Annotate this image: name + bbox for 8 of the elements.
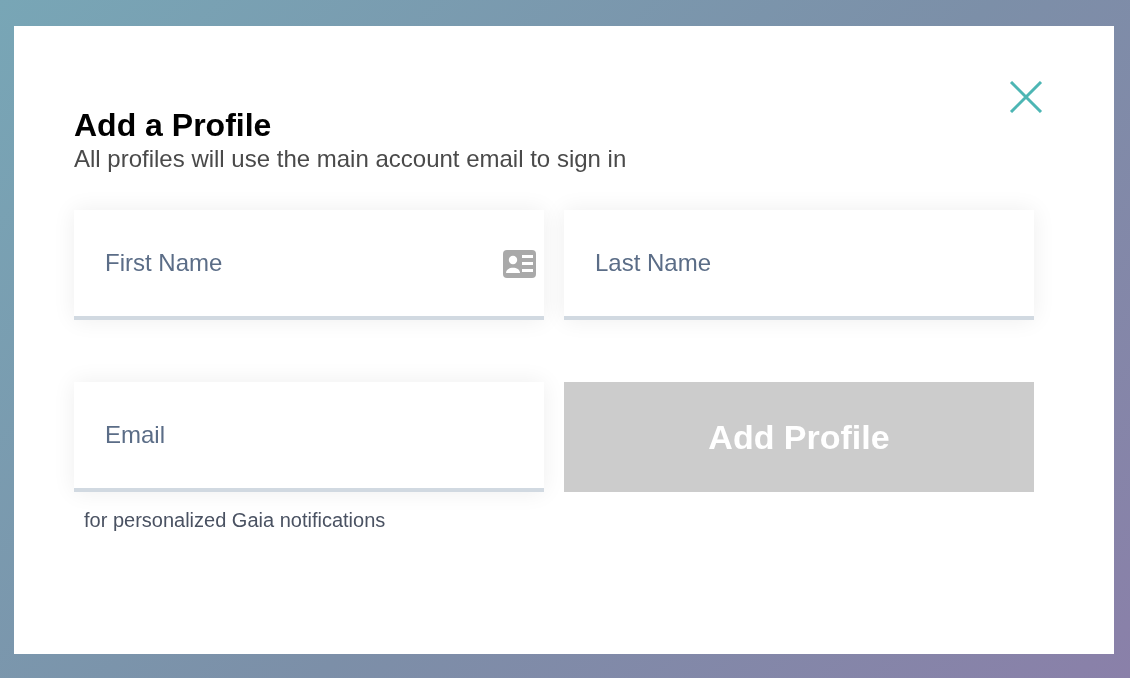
dialog-subtitle: All profiles will use the main account email to sign in xyxy=(74,144,628,174)
contact-card-icon xyxy=(503,250,536,278)
dialog-title: Add a Profile xyxy=(74,106,273,144)
email-field[interactable]: Email xyxy=(74,382,544,492)
field-hint: for personalized Gaia notifications xyxy=(84,508,387,532)
close-icon[interactable] xyxy=(1009,81,1043,113)
first-name-field[interactable]: First Name xyxy=(74,210,544,320)
last-name-field[interactable]: Last Name xyxy=(564,210,1034,320)
